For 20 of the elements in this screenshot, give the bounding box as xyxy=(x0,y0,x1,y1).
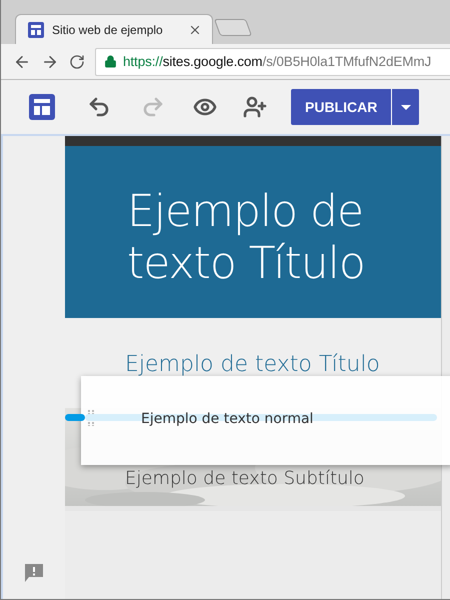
tab-title: Sitio web de ejemplo xyxy=(52,22,164,36)
browser-tab[interactable]: Sitio web de ejemplo xyxy=(15,14,213,44)
header-title: Ejemplo de texto Título xyxy=(127,186,366,290)
section-subtitle: Ejemplo de texto Subtítulo xyxy=(125,468,364,489)
url-text: https://sites.google.com/s/0B5H0la1TMfufN2dEMmJ xyxy=(123,54,432,69)
reload-icon[interactable] xyxy=(69,54,85,70)
card-text: Ejemplo de texto normal xyxy=(141,411,314,427)
caret-icon xyxy=(400,104,411,110)
drop-indicator xyxy=(65,414,85,421)
section-title: Ejemplo de texto Título xyxy=(125,352,380,377)
undo-icon xyxy=(87,95,111,119)
dropdown-button[interactable] xyxy=(391,89,420,125)
redo-icon xyxy=(141,95,165,119)
dragged-text-card[interactable]: Ejemplo de texto normal xyxy=(81,376,450,465)
feedback-icon[interactable] xyxy=(24,563,44,583)
publish-button[interactable]: PUBLICAR xyxy=(291,89,392,125)
address-field[interactable]: https://sites.google.com/s/0B5H0la1TMfufN2dEMmJ xyxy=(95,48,450,76)
layout-icon[interactable] xyxy=(29,94,55,120)
layout-icon xyxy=(28,22,44,38)
add-person-icon xyxy=(243,95,267,119)
